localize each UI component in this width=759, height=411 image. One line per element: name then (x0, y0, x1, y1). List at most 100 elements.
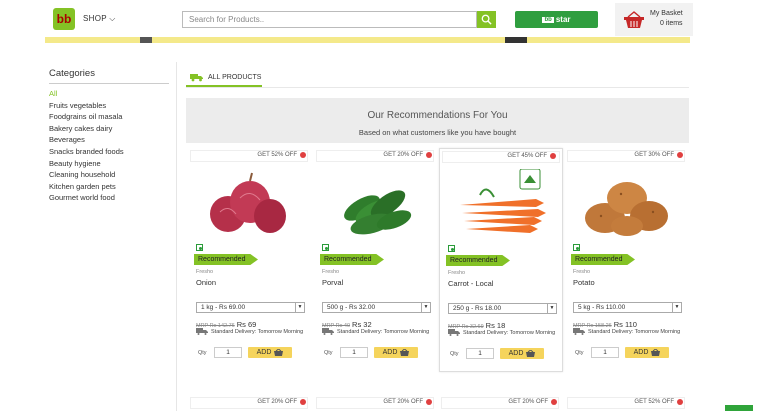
product-card[interactable]: GET 20% OFF (439, 396, 563, 411)
sidebar-category-item[interactable]: Foodgrains oil masala (49, 111, 169, 123)
offer-badge: GET 20% OFF (383, 152, 432, 158)
product-brand: Fresho (448, 270, 466, 276)
truck-icon (573, 328, 585, 336)
offer-badge: GET 52% OFF (257, 152, 306, 158)
offer-text: GET 45% OFF (507, 153, 547, 159)
offer-dot-icon (300, 152, 306, 158)
recommendations-title: Our Recommendations For You (367, 110, 508, 121)
bbstar-banner[interactable]: bb star (515, 11, 598, 28)
offer-text: GET 20% OFF (383, 399, 423, 405)
veg-icon (448, 245, 455, 252)
top-header: bb SHOP ⌵ Search for Products.. bb star M… (0, 0, 759, 37)
quantity-input[interactable]: 1 (340, 347, 368, 358)
sidebar-category-item[interactable]: Beverages (49, 134, 169, 146)
offer-dot-icon (426, 399, 432, 405)
chat-button[interactable] (725, 405, 753, 411)
sidebar-category-item[interactable]: Kitchen garden pets (49, 181, 169, 193)
recommended-tag: Recommended (320, 254, 384, 265)
dropdown-arrow-icon: ▼ (295, 303, 304, 312)
offer-badge: GET 52% OFF (634, 399, 683, 405)
add-to-basket-button[interactable]: ADD (625, 347, 669, 358)
basket-title: My Basket (650, 10, 683, 17)
sidebar-category-item[interactable]: Beauty hygiene (49, 158, 169, 170)
dropdown-arrow-icon: ▼ (421, 303, 430, 312)
add-to-basket-button[interactable]: ADD (248, 347, 292, 358)
veg-icon (573, 244, 580, 251)
promo-banner[interactable] (45, 37, 690, 43)
variant-select[interactable]: 5 kg - Rs 110.00 ▼ (573, 302, 682, 313)
product-card[interactable]: GET 52% OFF (565, 396, 689, 411)
banner-graphic (140, 37, 152, 43)
qty-label: Qty (575, 350, 584, 356)
recommended-tag: Recommended (446, 255, 510, 266)
product-card[interactable]: GET 20% OFF Recommended Fresho Porval 500 g … (314, 148, 438, 372)
product-name[interactable]: Onion (196, 278, 216, 287)
potato-image (585, 182, 668, 236)
add-label: ADD (508, 350, 524, 357)
recommendations-header: Our Recommendations For You Based on wha… (186, 98, 689, 143)
offer-text: GET 20% OFF (383, 152, 423, 158)
onion-image (210, 172, 286, 233)
delivery-info: Standard Delivery: Tomorrow Morning (573, 328, 685, 337)
pointed-gourd-image (344, 190, 412, 235)
bigbasket-logo[interactable]: bb (53, 8, 75, 30)
add-to-basket-button[interactable]: ADD (374, 347, 418, 358)
search-button[interactable] (477, 11, 496, 28)
product-card[interactable]: GET 20% OFF (188, 396, 312, 411)
basket-icon (274, 349, 284, 356)
product-name[interactable]: Potato (573, 278, 595, 287)
tab-all-products[interactable]: ALL PRODUCTS (186, 70, 262, 87)
product-brand: Fresho (196, 269, 214, 275)
product-name[interactable]: Carrot - Local (448, 279, 493, 288)
banner-graphic (505, 37, 527, 43)
product-card[interactable]: GET 52% OFF Recommended Fresho Onion 1 kg - … (188, 148, 312, 372)
product-image[interactable] (565, 168, 689, 240)
variant-select[interactable]: 1 kg - Rs 69.00 ▼ (196, 302, 305, 313)
quantity-input[interactable]: 1 (214, 347, 242, 358)
quantity-input[interactable]: 1 (591, 347, 619, 358)
basket-icon (624, 11, 644, 28)
veg-icon (322, 244, 329, 251)
sidebar-category-item[interactable]: Cleaning household (49, 169, 169, 181)
sidebar-category-item[interactable]: All (49, 88, 169, 100)
product-card[interactable]: GET 45% OFF Recommended Fresho Carrot - Loc… (439, 148, 563, 372)
variant-select[interactable]: 250 g - Rs 18.00 ▼ (448, 303, 557, 314)
offer-badge: GET 20% OFF (508, 399, 557, 405)
product-image[interactable] (188, 168, 312, 240)
variant-value: 500 g - Rs 32.00 (327, 304, 376, 311)
offer-badge: GET 20% OFF (383, 399, 432, 405)
product-card[interactable]: GET 30% OFF Recommended Fresho Potato 5 kg -… (565, 148, 689, 372)
product-image[interactable] (440, 168, 564, 241)
sidebar-category-item[interactable]: Snacks branded foods (49, 146, 169, 158)
basket-button[interactable]: My Basket 0 items (615, 3, 693, 36)
basket-count: 0 items (660, 20, 683, 27)
sidebar-category-item[interactable]: Fruits vegetables (49, 100, 169, 112)
qty-label: Qty (324, 350, 333, 356)
product-name[interactable]: Porval (322, 278, 343, 287)
delivery-info: Standard Delivery: Tomorrow Morning (448, 329, 560, 338)
product-image[interactable] (314, 168, 438, 240)
recommended-tag: Recommended (194, 254, 258, 265)
recommendations-subtitle: Based on what customers like you have bo… (358, 128, 517, 137)
search-input[interactable]: Search for Products.. (182, 11, 477, 28)
add-to-basket-button[interactable]: ADD (500, 348, 544, 359)
truck-icon (322, 328, 334, 336)
add-label: ADD (256, 349, 272, 356)
variant-value: 250 g - Rs 18.00 (453, 305, 502, 312)
sidebar-category-item[interactable]: Gourmet world food (49, 192, 169, 204)
truck-icon (190, 74, 203, 82)
offer-dot-icon (550, 153, 556, 159)
quantity-input[interactable]: 1 (466, 348, 494, 359)
qty-label: Qty (450, 351, 459, 357)
qty-label: Qty (198, 350, 207, 356)
logo-text: bb (56, 12, 72, 26)
product-card[interactable]: GET 20% OFF (314, 396, 438, 411)
offer-text: GET 20% OFF (508, 399, 548, 405)
variant-select[interactable]: 500 g - Rs 32.00 ▼ (322, 302, 431, 313)
chevron-down-icon: ⌵ (109, 14, 116, 23)
offer-dot-icon (300, 399, 306, 405)
bbstar-label: star (555, 15, 571, 24)
sidebar-category-item[interactable]: Bakery cakes dairy (49, 123, 169, 135)
shop-menu[interactable]: SHOP ⌵ (83, 14, 116, 24)
tab-underline (186, 87, 689, 88)
